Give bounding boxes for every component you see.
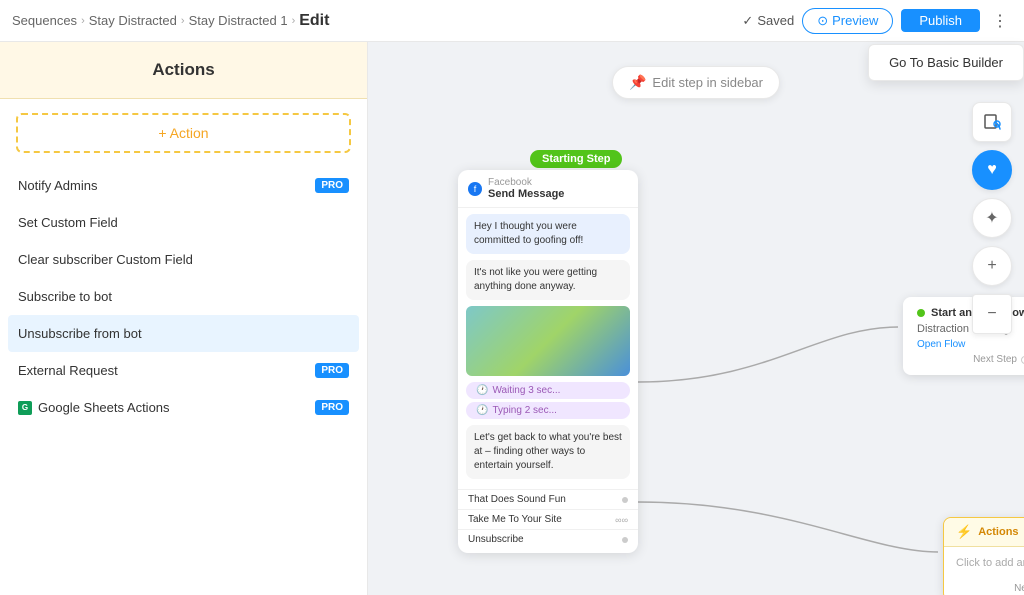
add-action-button[interactable]: + Action bbox=[16, 113, 351, 153]
next-step-text-actions: Next Step bbox=[1014, 583, 1024, 594]
zoom-out-button[interactable]: − bbox=[972, 294, 1012, 334]
action-item-google-sheets[interactable]: G Google Sheets Actions PRO bbox=[8, 389, 359, 426]
breadcrumb-stay-distracted-1[interactable]: Stay Distracted 1 bbox=[189, 13, 288, 28]
gif-image bbox=[466, 306, 630, 376]
typing-clock-icon: 🕐 bbox=[476, 405, 488, 416]
basic-builder-tooltip[interactable]: Go To Basic Builder bbox=[868, 44, 1024, 81]
card-type: Send Message bbox=[488, 188, 564, 200]
message-card-header: f Facebook Send Message bbox=[458, 170, 638, 208]
header-actions: ✓ Saved ⊙ Preview Publish ⋮ bbox=[742, 8, 1012, 34]
sparkle-icon: ✦ bbox=[985, 208, 998, 228]
right-toolbar: ♥ ✦ + − bbox=[972, 102, 1012, 334]
action-item-unsubscribe[interactable]: Unsubscribe from bot bbox=[8, 315, 359, 352]
heart-tool-wrap: ♥ bbox=[972, 150, 1012, 190]
action-label-clear-field: Clear subscriber Custom Field bbox=[18, 252, 193, 267]
action-label-subscribe: Subscribe to bot bbox=[18, 289, 112, 304]
action-item-subscribe[interactable]: Subscribe to bot bbox=[8, 278, 359, 315]
page-title: Edit bbox=[299, 12, 329, 30]
pro-badge-external: PRO bbox=[315, 363, 349, 378]
chevron-icon-2: › bbox=[181, 15, 185, 27]
publish-button[interactable]: Publish bbox=[901, 9, 980, 32]
waiting-chip: 🕐 Waiting 3 sec... bbox=[466, 382, 630, 399]
header: Sequences › Stay Distracted › Stay Distr… bbox=[0, 0, 1024, 42]
breadcrumb-stay-distracted[interactable]: Stay Distracted bbox=[89, 13, 177, 28]
option-row-3[interactable]: Unsubscribe bbox=[458, 529, 638, 549]
checkmark-icon: ✓ bbox=[742, 13, 753, 29]
pro-badge-notify: PRO bbox=[315, 178, 349, 193]
option-row-2[interactable]: Take Me To Your Site ∞∞ bbox=[458, 509, 638, 529]
facebook-icon: f bbox=[468, 182, 482, 196]
action-item-notify[interactable]: Notify Admins PRO bbox=[8, 167, 359, 204]
actions-node-footer: Next Step bbox=[944, 579, 1024, 595]
starting-step-badge: Starting Step bbox=[530, 150, 622, 168]
option-dot-1 bbox=[622, 497, 628, 503]
sparkle-tool-button[interactable]: ✦ bbox=[972, 198, 1012, 238]
action-item-external[interactable]: External Request PRO bbox=[8, 352, 359, 389]
breadcrumb-sequences[interactable]: Sequences bbox=[12, 13, 77, 28]
clock-icon: 🕐 bbox=[476, 385, 488, 396]
bubble-2: It's not like you were getting anything … bbox=[466, 260, 630, 300]
zoom-in-button[interactable]: + bbox=[972, 246, 1012, 286]
actions-bolt-icon: ⚡ bbox=[956, 524, 972, 540]
bubble-1: Hey I thought you were committed to goof… bbox=[466, 214, 630, 254]
breadcrumb: Sequences › Stay Distracted › Stay Distr… bbox=[12, 12, 329, 30]
edit-hint: 📌 Edit step in sidebar bbox=[612, 66, 780, 99]
canvas: 📌 Edit step in sidebar Starting Step f F… bbox=[368, 42, 1024, 595]
page-icon bbox=[983, 113, 1001, 131]
open-flow-button[interactable]: Open Flow bbox=[917, 339, 1024, 350]
actions-node[interactable]: ⚡ Actions Click to add an action Next St… bbox=[943, 517, 1024, 595]
option-label-3: Unsubscribe bbox=[468, 534, 524, 545]
option-dot-3 bbox=[622, 537, 628, 543]
actions-node-title: Actions bbox=[978, 526, 1018, 538]
action-label-custom-field: Set Custom Field bbox=[18, 215, 118, 230]
edit-hint-text: Edit step in sidebar bbox=[652, 75, 763, 90]
page-tool-wrap bbox=[972, 102, 1012, 142]
option-label-1: That Does Sound Fun bbox=[468, 494, 566, 505]
flow-dot-icon bbox=[917, 309, 925, 317]
action-label-google-sheets: Google Sheets Actions bbox=[38, 400, 170, 415]
typing-chip: 🕐 Typing 2 sec... bbox=[466, 402, 630, 419]
sidebar-title: Actions bbox=[0, 42, 367, 99]
sidebar: Actions + Action Notify Admins PRO Set C… bbox=[0, 42, 368, 595]
action-label-external: External Request bbox=[18, 363, 118, 378]
actions-node-header: ⚡ Actions bbox=[944, 518, 1024, 547]
option-label-2: Take Me To Your Site bbox=[468, 514, 562, 525]
actions-node-body: Click to add an action bbox=[944, 547, 1024, 579]
message-card[interactable]: f Facebook Send Message Hey I thought yo… bbox=[458, 170, 638, 553]
bubble-3: Let's get back to what you're best at – … bbox=[466, 425, 630, 479]
chevron-icon-3: › bbox=[292, 15, 296, 27]
preview-button[interactable]: ⊙ Preview bbox=[802, 8, 893, 34]
preview-label: Preview bbox=[832, 13, 878, 28]
action-label-unsubscribe: Unsubscribe from bot bbox=[18, 326, 142, 341]
plus-icon: + bbox=[987, 257, 996, 275]
heart-tool-button[interactable]: ♥ bbox=[972, 150, 1012, 190]
more-options-button[interactable]: ⋮ bbox=[988, 11, 1012, 31]
chevron-icon: › bbox=[81, 15, 85, 27]
waiting-label: Waiting 3 sec... bbox=[492, 385, 560, 396]
actions-list: Notify Admins PRO Set Custom Field Clear… bbox=[0, 167, 367, 595]
pro-badge-gs: PRO bbox=[315, 400, 349, 415]
typing-label: Typing 2 sec... bbox=[492, 405, 556, 416]
card-platform: Facebook bbox=[488, 177, 564, 188]
preview-icon: ⊙ bbox=[817, 13, 828, 29]
minus-icon: − bbox=[987, 305, 996, 323]
main-layout: Actions + Action Notify Admins PRO Set C… bbox=[0, 42, 1024, 595]
option-row-1[interactable]: That Does Sound Fun bbox=[458, 489, 638, 509]
card-meta: Facebook Send Message bbox=[488, 177, 564, 200]
google-sheets-icon: G bbox=[18, 401, 32, 415]
heart-icon: ♥ bbox=[987, 161, 997, 179]
action-item-left-gs: G Google Sheets Actions bbox=[18, 400, 170, 415]
flow-next-step: Next Step bbox=[917, 354, 1024, 365]
action-item-custom-field[interactable]: Set Custom Field bbox=[8, 204, 359, 241]
saved-text: Saved bbox=[757, 13, 794, 28]
pin-icon: 📌 bbox=[629, 74, 646, 91]
page-tool-button[interactable] bbox=[972, 102, 1012, 142]
action-item-clear-field[interactable]: Clear subscriber Custom Field bbox=[8, 241, 359, 278]
option-chain-2: ∞∞ bbox=[615, 515, 628, 525]
saved-status: ✓ Saved bbox=[742, 13, 794, 29]
next-step-text-flow: Next Step bbox=[973, 354, 1017, 365]
message-options: That Does Sound Fun Take Me To Your Site… bbox=[458, 485, 638, 553]
action-label-notify: Notify Admins bbox=[18, 178, 97, 193]
